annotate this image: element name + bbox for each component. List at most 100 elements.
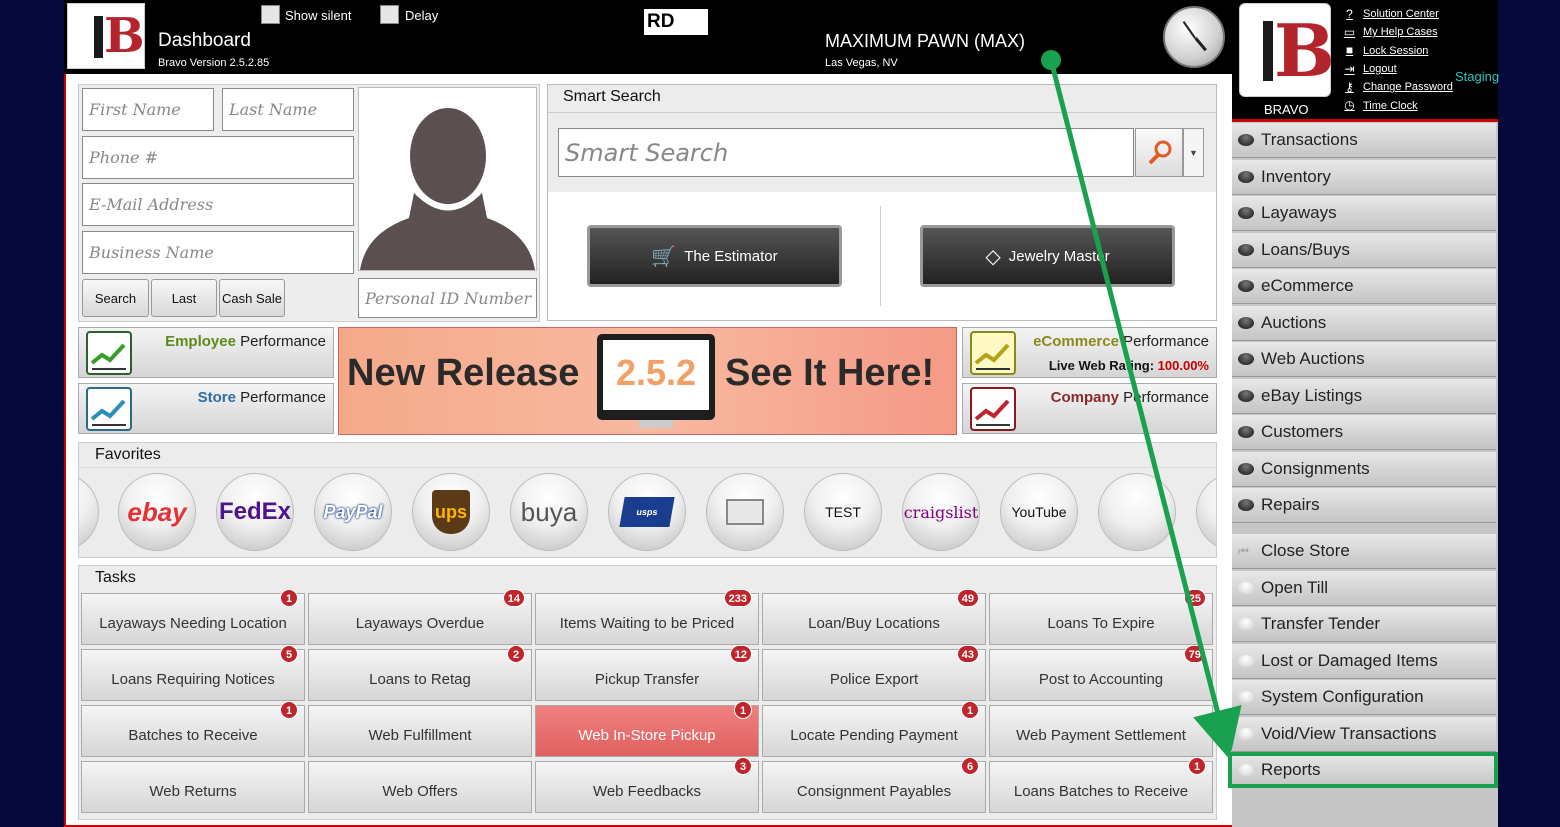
- customer-photo[interactable]: [358, 87, 537, 271]
- phone-field[interactable]: Phone #: [82, 136, 354, 179]
- menu-item-auctions[interactable]: Auctions: [1232, 305, 1496, 341]
- menu-item-lost-or-damaged-items[interactable]: Lost or Damaged Items: [1232, 643, 1496, 679]
- delay-checkbox[interactable]: [380, 5, 399, 24]
- menu-item-open-till[interactable]: Open Till: [1232, 570, 1496, 606]
- first-name-field[interactable]: First Name: [82, 88, 214, 131]
- email-field[interactable]: E-Mail Address: [82, 183, 354, 226]
- menu-item-ebay-listings[interactable]: eBay Listings: [1232, 378, 1496, 414]
- bullet-icon: [1238, 654, 1254, 667]
- task-web-offers[interactable]: Web Offers: [308, 761, 532, 813]
- task-batches-to-receive[interactable]: Batches to Receive 1: [81, 701, 305, 757]
- favorite-buya[interactable]: buya: [510, 473, 588, 551]
- search-button[interactable]: Search: [82, 279, 149, 317]
- smart-search-dropdown[interactable]: ▼: [1183, 128, 1204, 177]
- task-web-returns[interactable]: Web Returns: [81, 761, 305, 813]
- chart-trend-icon: [970, 331, 1016, 375]
- task-layaways-overdue[interactable]: Layaways Overdue 14: [308, 589, 532, 645]
- my-help-cases-link[interactable]: ▭ My Help Cases: [1342, 23, 1453, 41]
- favorite-usps[interactable]: usps: [608, 473, 686, 551]
- solution-center-link[interactable]: ? Solution Center: [1342, 5, 1453, 23]
- task-layaways-needing-location[interactable]: Layaways Needing Location 1: [81, 589, 305, 645]
- favorite-craigslist[interactable]: craigslist: [902, 473, 980, 551]
- task-web-payment-settlement[interactable]: Web Payment Settlement: [989, 705, 1213, 757]
- menu-item-label: Transactions: [1261, 130, 1358, 149]
- ecommerce-performance-tile[interactable]: eCommerce Performance Live Web Rating: 1…: [962, 327, 1217, 378]
- menu-item-web-auctions[interactable]: Web Auctions: [1232, 342, 1496, 377]
- menu-item-label: Loans/Buys: [1261, 239, 1350, 259]
- menu-item-label: Repairs: [1261, 495, 1320, 514]
- menu-item-close-store[interactable]: ⏮ Close Store: [1232, 534, 1496, 569]
- staging-label: Staging: [1455, 69, 1500, 84]
- menu-item-consignments[interactable]: Consignments: [1232, 451, 1496, 487]
- last-name-field[interactable]: Last Name: [222, 88, 354, 131]
- store-location: Las Vegas, NV: [825, 57, 898, 69]
- task-web-feedbacks[interactable]: Web Feedbacks 3: [535, 757, 759, 813]
- personal-id-field[interactable]: Personal ID Number: [358, 278, 537, 318]
- store-performance-tile[interactable]: Store Performance: [78, 383, 334, 434]
- task-loans-to-expire[interactable]: Loans To Expire 25: [989, 589, 1213, 645]
- banner-right-text: See It Here!: [725, 352, 935, 394]
- menu-item-label: System Configuration: [1261, 687, 1424, 706]
- menu-item-customers[interactable]: Customers: [1232, 415, 1496, 450]
- task-web-in-store-pickup[interactable]: Web In-Store Pickup 1: [535, 701, 759, 757]
- task-pickup-transfer[interactable]: Pickup Transfer 12: [535, 645, 759, 701]
- jewelry-master-button[interactable]: ◇ Jewelry Master: [920, 225, 1175, 287]
- task-consignment-payables[interactable]: Consignment Payables 6: [762, 757, 986, 813]
- estimator-button[interactable]: 🛒 The Estimator: [587, 225, 842, 287]
- task-label: Police Export: [829, 670, 919, 688]
- task-label: Items Waiting to be Priced: [559, 614, 735, 632]
- favorite-test[interactable]: TEST: [804, 473, 882, 551]
- new-release-banner[interactable]: New Release 2.5.2 See It Here!: [338, 327, 957, 435]
- bullet-icon: [1238, 691, 1254, 703]
- task-police-export[interactable]: Police Export 43: [762, 645, 986, 701]
- task-items-waiting-to-be-priced[interactable]: Items Waiting to be Priced 233: [535, 589, 759, 645]
- menu-item-inventory[interactable]: Inventory: [1232, 159, 1496, 195]
- lock-session-link[interactable]: ■ Lock Session: [1342, 42, 1453, 60]
- menu-item-void-view-transactions[interactable]: Void/View Transactions: [1232, 716, 1496, 752]
- task-loans-to-retag[interactable]: Loans to Retag 2: [308, 645, 532, 701]
- task-count-badge: 14: [502, 589, 525, 607]
- show-silent-checkbox[interactable]: [261, 5, 280, 24]
- task-label: Consignment Payables: [796, 782, 952, 800]
- favorite-fedex[interactable]: FedEx: [216, 473, 294, 551]
- menu-item-ecommerce[interactable]: eCommerce: [1232, 269, 1496, 304]
- task-loan-buy-locations[interactable]: Loan/Buy Locations 49: [762, 589, 986, 645]
- employee-performance-tile[interactable]: Employee Performance: [78, 327, 334, 378]
- logout-link[interactable]: ⇥ Logout: [1342, 60, 1453, 78]
- favorite-partial[interactable]: [79, 473, 99, 551]
- task-post-to-accounting[interactable]: Post to Accounting 79: [989, 645, 1213, 701]
- task-label: Web Fulfillment: [368, 726, 472, 744]
- task-label: Layaways Needing Location: [99, 614, 287, 632]
- favorite-paypal[interactable]: PayPal: [314, 473, 392, 551]
- bullet-icon: [1238, 389, 1254, 402]
- menu-item-transactions[interactable]: Transactions: [1232, 123, 1496, 158]
- favorite-empty[interactable]: [1098, 473, 1176, 551]
- menu-item-loans-buys[interactable]: Loans/Buys: [1232, 232, 1496, 268]
- task-count-badge: 1: [280, 589, 298, 607]
- menu-item-repairs[interactable]: Repairs: [1232, 488, 1496, 523]
- task-locate-pending-payment[interactable]: Locate Pending Payment 1: [762, 701, 986, 757]
- time-clock-link[interactable]: ◷ Time Clock: [1342, 96, 1453, 114]
- menu-item-transfer-tender[interactable]: Transfer Tender: [1232, 607, 1496, 642]
- favorite-youtube[interactable]: YouTube: [1000, 473, 1078, 551]
- chart-trend-icon: [86, 387, 132, 431]
- smart-search-button[interactable]: [1135, 128, 1183, 177]
- task-label: Loans Batches to Receive: [1013, 782, 1189, 800]
- change-password-link[interactable]: ⚷ Change Password: [1342, 78, 1453, 96]
- close-store-icon: ⏮: [1238, 543, 1249, 558]
- company-performance-tile[interactable]: Company Performance: [962, 383, 1217, 434]
- menu-item-system-configuration[interactable]: System Configuration: [1232, 680, 1496, 715]
- cash-sale-button[interactable]: Cash Sale: [219, 279, 285, 317]
- last-button[interactable]: Last: [151, 279, 217, 317]
- task-count-badge: 1: [734, 701, 752, 719]
- menu-item-layaways[interactable]: Layaways: [1232, 196, 1496, 231]
- task-loans-requiring-notices[interactable]: Loans Requiring Notices 5: [81, 645, 305, 701]
- favorite-empty[interactable]: [1196, 473, 1216, 551]
- task-loans-batches-to-receive[interactable]: Loans Batches to Receive 1: [989, 757, 1213, 813]
- smart-search-input[interactable]: Smart Search: [558, 128, 1134, 177]
- business-name-field[interactable]: Business Name: [82, 231, 354, 274]
- favorite-ebay[interactable]: ebay: [118, 473, 196, 551]
- favorite-mail[interactable]: mail: [706, 473, 784, 551]
- task-web-fulfillment[interactable]: Web Fulfillment: [308, 705, 532, 757]
- favorite-ups[interactable]: ups: [412, 473, 490, 551]
